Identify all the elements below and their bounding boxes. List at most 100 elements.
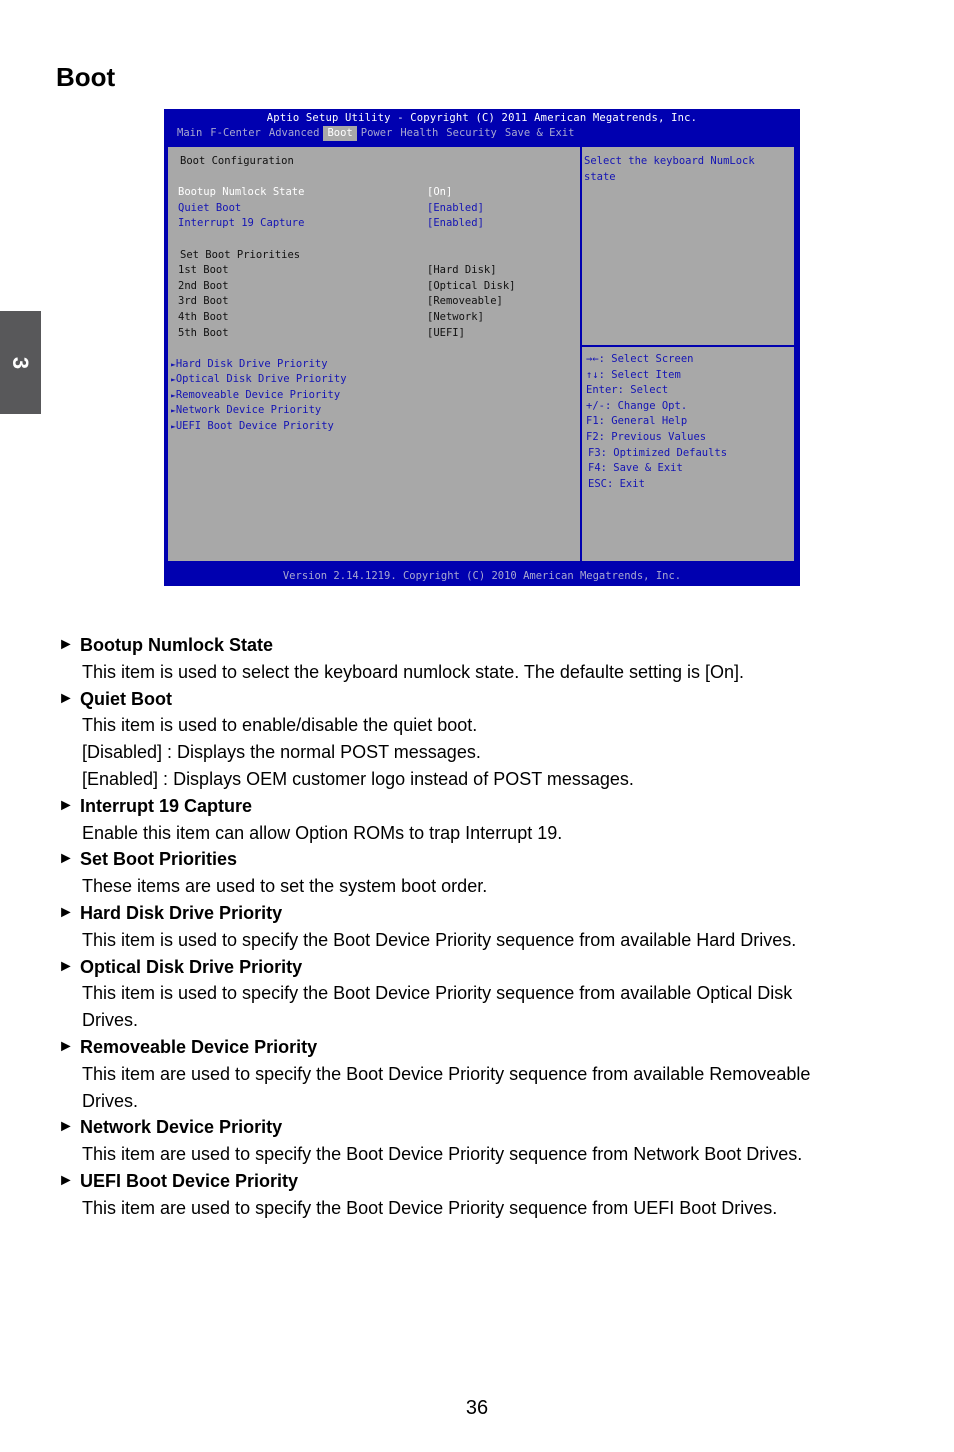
bios-tab-security[interactable]: Security: [442, 126, 501, 141]
bios-screenshot: Aptio Setup Utility - Copyright (C) 2011…: [164, 109, 800, 586]
chapter-tab: 3: [0, 311, 41, 414]
bios-submenu-network-device-priority[interactable]: ►Network Device Priority: [171, 403, 321, 418]
boot-order-value[interactable]: [Optical Disk]: [427, 279, 516, 294]
bios-footer: Version 2.14.1219. Copyright (C) 2010 Am…: [282, 570, 682, 582]
item-heading-bootup-numlock-state: ► Bootup Numlock State: [58, 632, 898, 659]
bios-tab-bar: Main F-Center Advanced Boot Power Health Secur…: [164, 126, 800, 141]
page-number: 36: [465, 1397, 489, 1419]
bios-tab-power[interactable]: Power: [357, 126, 397, 141]
boot-order-label: 5th Boot: [178, 326, 229, 339]
submenu-label: Removeable Device Priority: [175, 388, 341, 401]
key-help-esc-exit: ESC: Exit: [588, 477, 645, 490]
item-title: Interrupt 19 Capture: [80, 795, 253, 816]
setting-value[interactable]: [Enabled]: [427, 201, 484, 216]
key-help-f4-save-exit: F4: Save & Exit: [588, 462, 683, 475]
submenu-label: UEFI Boot Device Priority: [175, 420, 334, 432]
boot-order-value[interactable]: [Network]: [427, 310, 484, 325]
bios-submenu-optical-disk-drive-priority[interactable]: ►Optical Disk Drive Priority: [171, 372, 347, 387]
bios-tab-health[interactable]: Health: [396, 126, 442, 141]
setting-value[interactable]: [Enabled]: [427, 216, 484, 231]
page-title: Boot: [56, 62, 116, 92]
item-description: Drives.: [82, 1010, 139, 1031]
item-heading-removeable-device-priority: ► Removeable Device Priority: [58, 1034, 898, 1061]
bullet-arrow-icon: ►: [58, 689, 74, 707]
item-description: This item are used to specify the Boot D…: [82, 1197, 778, 1218]
key-help-f2-previous-values: F2: Previous Values: [586, 431, 707, 443]
item-description: This item are used to specify the Boot D…: [82, 1063, 811, 1084]
item-title: Hard Disk Drive Priority: [80, 902, 283, 923]
submenu-label: Hard Disk Drive Priority: [175, 357, 328, 370]
item-heading-uefi-boot-device-priority: ► UEFI Boot Device Priority: [58, 1168, 898, 1195]
item-description: Enable this item can allow Option ROMs t…: [82, 822, 563, 843]
boot-order-value[interactable]: [Removeable]: [427, 294, 503, 309]
chapter-number: 3: [8, 356, 34, 369]
help-text-line: Select the keyboard NumLock: [584, 155, 755, 167]
key-help-select-item: ↑↓: Select Item: [586, 368, 681, 381]
boot-order-label: 4th Boot: [178, 310, 229, 323]
bullet-arrow-icon: ►: [58, 957, 74, 975]
boot-order-value[interactable]: [Hard Disk]: [427, 263, 497, 278]
bios-submenu-hard-disk-drive-priority[interactable]: ►Hard Disk Drive Priority: [171, 357, 328, 372]
item-heading-network-device-priority: ► Network Device Priority: [58, 1114, 898, 1141]
item-heading-optical-disk-drive-priority: ► Optical Disk Drive Priority: [58, 954, 898, 981]
key-help-select-screen: →←: Select Screen: [586, 353, 694, 365]
setting-label: Interrupt 19 Capture: [178, 217, 305, 230]
bios-tab-advanced[interactable]: Advanced: [265, 126, 324, 141]
bullet-arrow-icon: ►: [58, 1037, 74, 1055]
item-description: [Enabled] : Displays OEM customer logo i…: [82, 768, 634, 789]
item-title: Optical Disk Drive Priority: [80, 956, 303, 977]
bios-submenu-removeable-device-priority[interactable]: ►Removeable Device Priority: [171, 388, 340, 403]
item-description: These items are used to set the system b…: [82, 876, 488, 897]
boot-order-value[interactable]: [UEFI]: [427, 326, 465, 341]
key-help-change-opt: +/-: Change Opt.: [586, 399, 688, 412]
item-description: Drives.: [82, 1090, 139, 1111]
bios-help-panel: Select the keyboard NumLock state: [582, 147, 794, 347]
key-help-f1-general-help: F1: General Help: [586, 415, 688, 428]
item-title: Network Device Priority: [80, 1117, 283, 1138]
bios-tab-f-center[interactable]: F-Center: [206, 126, 265, 141]
item-heading-hard-disk-drive-priority: ► Hard Disk Drive Priority: [58, 900, 898, 927]
submenu-label: Optical Disk Drive Priority: [175, 373, 347, 386]
submenu-label: Network Device Priority: [175, 404, 322, 417]
item-description: This item is used to enable/disable the …: [82, 715, 478, 736]
boot-order-label: 3rd Boot: [178, 295, 229, 308]
item-heading-set-boot-priorities: ► Set Boot Priorities: [58, 846, 898, 873]
item-description: [Disabled] : Displays the normal POST me…: [82, 742, 481, 763]
bullet-arrow-icon: ►: [58, 850, 74, 868]
bios-tab-save-exit[interactable]: Save & Exit: [501, 126, 579, 141]
item-heading-interrupt-19-capture: ► Interrupt 19 Capture: [58, 793, 898, 820]
setting-value[interactable]: [On]: [427, 185, 452, 200]
boot-order-label: 2nd Boot: [178, 279, 229, 292]
item-title: UEFI Boot Device Priority: [80, 1170, 299, 1191]
setting-label: Bootup Numlock State: [178, 186, 305, 198]
bullet-arrow-icon: ►: [58, 636, 74, 653]
item-description: This item are used to specify the Boot D…: [82, 1144, 803, 1165]
help-text-line: state: [584, 171, 616, 183]
item-title: Bootup Numlock State: [80, 635, 274, 655]
item-description: This item is used to select the keyboard…: [82, 661, 745, 682]
bios-title: Aptio Setup Utility - Copyright (C) 2011…: [266, 112, 698, 124]
item-title: Quiet Boot: [80, 688, 172, 709]
item-description: This item is used to specify the Boot De…: [82, 983, 793, 1004]
item-title: Removeable Device Priority: [80, 1036, 318, 1057]
boot-order-label: 1st Boot: [178, 264, 229, 277]
bullet-arrow-icon: ►: [58, 1118, 74, 1136]
item-heading-quiet-boot: ► Quiet Boot: [58, 686, 898, 713]
key-help-f3-optimized-defaults: F3: Optimized Defaults: [588, 446, 728, 459]
bios-key-legend: →←: Select Screen ↑↓: Select Item Enter: S…: [582, 347, 794, 561]
bios-settings-panel: Boot Configuration Bootup Numlock State […: [168, 147, 582, 561]
boot-configuration-header: Boot Configuration: [180, 155, 294, 167]
bullet-arrow-icon: ►: [58, 903, 74, 921]
bios-tab-boot[interactable]: Boot: [323, 126, 357, 141]
item-description: This item is used to specify the Boot De…: [82, 929, 797, 950]
set-boot-priorities-header: Set Boot Priorities: [180, 248, 301, 261]
bios-tab-main[interactable]: Main: [173, 126, 206, 141]
item-title: Set Boot Priorities: [80, 849, 238, 870]
key-help-enter-select: Enter: Select: [586, 384, 669, 397]
bullet-arrow-icon: ►: [58, 796, 74, 814]
setting-label: Quiet Boot: [178, 201, 242, 214]
item-descriptions: ► Bootup Numlock State This item is used t…: [58, 632, 898, 1222]
bullet-arrow-icon: ►: [58, 1171, 74, 1189]
bios-submenu-uefi-boot-device-priority[interactable]: ►UEFI Boot Device Priority: [171, 419, 334, 434]
bios-body: Boot Configuration Bootup Numlock State […: [166, 145, 796, 563]
